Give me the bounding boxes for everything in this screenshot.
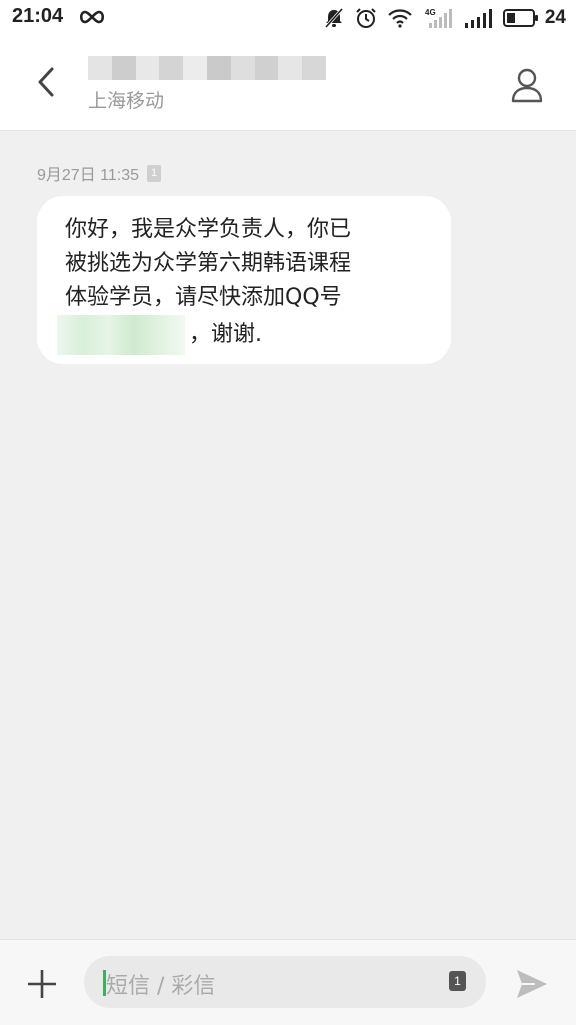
signal-icon xyxy=(464,9,492,28)
alarm-icon xyxy=(356,8,376,28)
message-input[interactable]: 短信 / 彩信 1 xyxy=(84,956,486,1008)
sim-badge: 1 xyxy=(147,164,161,182)
conversation-header: 上海移动 xyxy=(0,36,576,131)
message-meta: 9月27日 11:35 1 xyxy=(37,161,161,185)
status-bar: 21:04 4G 24 xyxy=(0,0,576,36)
qq-number-redacted xyxy=(57,315,185,355)
muted-bell-icon xyxy=(324,8,343,28)
compose-bar: 短信 / 彩信 1 xyxy=(0,939,576,1025)
battery-level: 24 xyxy=(544,7,566,28)
redaction-mosaic xyxy=(88,56,326,80)
battery-icon xyxy=(502,9,538,27)
message-bubble[interactable]: 你好，我是众学负责人，你已 被挑选为众学第六期韩语课程 体验学员，请尽快添加QQ… xyxy=(37,196,451,364)
input-placeholder: 短信 / 彩信 xyxy=(106,974,216,999)
carrier-label: 上海移动 xyxy=(88,90,165,112)
message-line: 体验学员，请尽快添加QQ号 xyxy=(65,285,342,310)
plus-icon xyxy=(28,970,56,998)
svg-text:4G: 4G xyxy=(425,8,436,17)
infinity-icon xyxy=(79,10,105,24)
message-closing: ，谢谢. xyxy=(189,322,262,347)
back-button[interactable] xyxy=(24,60,68,104)
contact-name-redacted[interactable] xyxy=(88,56,326,80)
send-icon xyxy=(517,970,547,998)
message-timestamp: 9月27日 11:35 xyxy=(37,167,139,184)
signal-4g-icon: 4G xyxy=(425,8,452,28)
send-button[interactable] xyxy=(512,964,552,1004)
message-line-last: ，谢谢. xyxy=(57,315,431,355)
message-line: 被挑选为众学第六期韩语课程 xyxy=(65,251,352,276)
sim-select-button[interactable]: 1 xyxy=(449,971,466,991)
message-line: 你好，我是众学负责人，你已 xyxy=(65,217,352,242)
contact-details-button[interactable] xyxy=(504,62,550,108)
message-list[interactable]: 9月27日 11:35 1 你好，我是众学负责人，你已 被挑选为众学第六期韩语课… xyxy=(0,131,576,939)
chevron-left-icon xyxy=(38,67,54,97)
wifi-icon xyxy=(388,9,412,28)
status-time: 21:04 xyxy=(12,5,64,27)
person-icon xyxy=(511,68,543,103)
status-icons: 4G 24 xyxy=(323,6,566,30)
add-attachment-button[interactable] xyxy=(22,964,62,1004)
